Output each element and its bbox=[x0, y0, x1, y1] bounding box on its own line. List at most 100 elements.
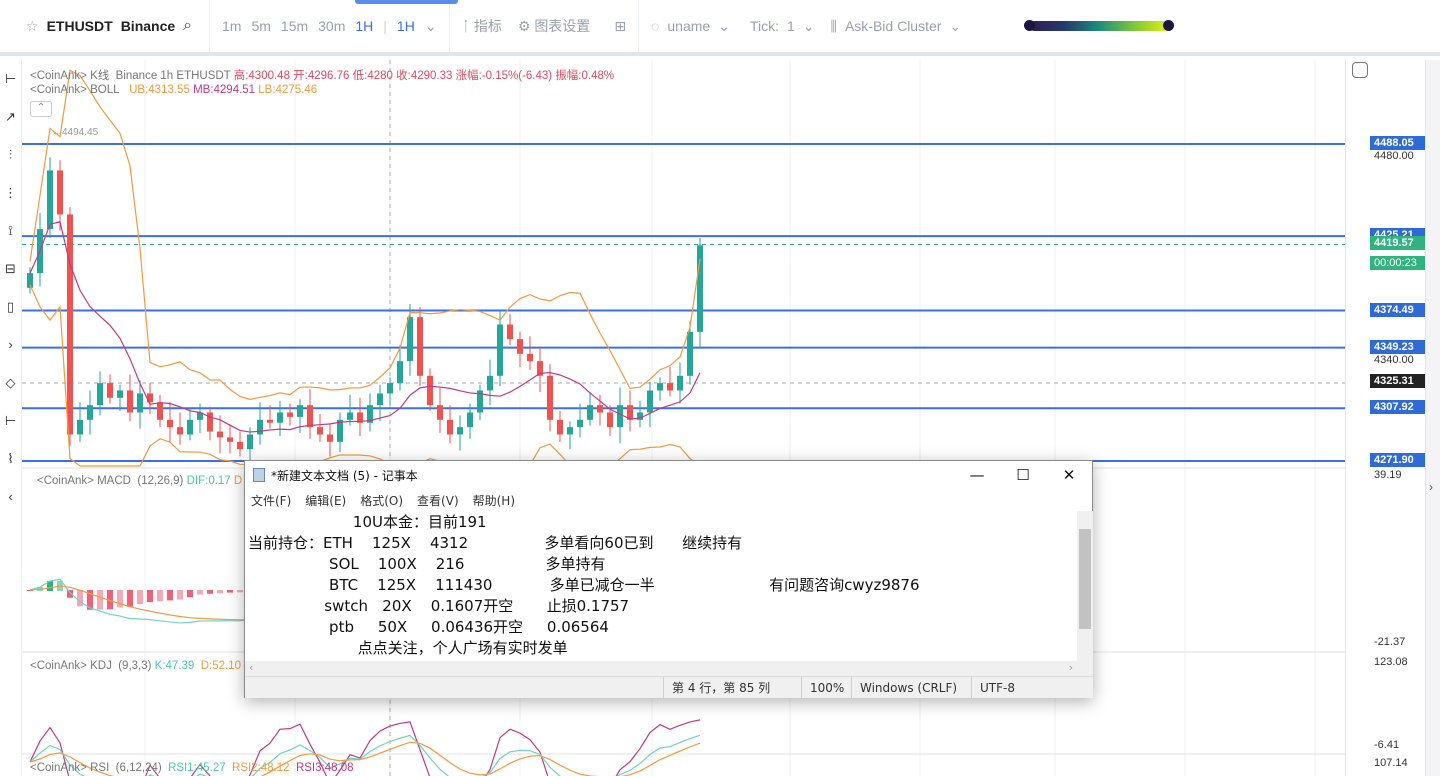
scroll-thumb[interactable] bbox=[1079, 529, 1091, 629]
text-line: SOL 100X 216 多单持有 bbox=[248, 555, 606, 573]
level-price-label[interactable]: 4374.49 bbox=[1370, 302, 1426, 317]
macd-histogram-bar bbox=[217, 590, 223, 594]
indicators-label: 指标 bbox=[473, 18, 502, 34]
tf-30m[interactable]: 30m bbox=[318, 18, 345, 34]
level-price-label[interactable]: 4488.05 bbox=[1370, 136, 1426, 150]
tf-1h[interactable]: 1H bbox=[355, 18, 373, 34]
candle-body bbox=[687, 331, 693, 376]
macd-histogram-bar bbox=[77, 590, 83, 607]
timeframe-section: 1m 5m 15m 30m 1H | 1H ⌄ bbox=[210, 0, 450, 52]
screenshot-icon[interactable] bbox=[1352, 62, 1368, 78]
candle-body bbox=[157, 402, 163, 420]
macd-histogram-bar bbox=[237, 590, 243, 593]
candle-body bbox=[577, 419, 583, 428]
tick-dropdown[interactable]: 1 bbox=[787, 18, 795, 34]
current-price-label: 4419.57 bbox=[1370, 236, 1426, 250]
level-price-label[interactable]: 4307.92 bbox=[1370, 400, 1426, 415]
text-line: 10U本金：目前191 bbox=[248, 513, 487, 531]
menu-help[interactable]: 帮助(H) bbox=[473, 492, 515, 509]
maximize-button[interactable]: ☐ bbox=[1000, 466, 1046, 484]
candle-body bbox=[517, 339, 523, 354]
chart-settings-label: 图表设置 bbox=[534, 18, 591, 34]
crosshair-price-label: 4325.31 bbox=[1370, 374, 1426, 388]
cloud-icon[interactable]: ◌ bbox=[651, 18, 659, 34]
candle-body bbox=[397, 361, 403, 384]
candle-body bbox=[527, 353, 533, 362]
line-ending: Windows (CRLF) bbox=[851, 677, 971, 698]
text-line: 点点关注，个人广场有实时发单 bbox=[248, 639, 568, 657]
macd-histogram-bar bbox=[127, 590, 133, 607]
candle-body bbox=[347, 412, 353, 420]
tf-1m[interactable]: 1m bbox=[222, 18, 241, 34]
macd-histogram-bar bbox=[97, 590, 103, 610]
candle-body bbox=[667, 383, 673, 391]
text-line: swtch 20X 0.1607开空 止损0.1757 bbox=[248, 597, 630, 615]
candle-body bbox=[77, 419, 83, 435]
heatmap-gradient-slider[interactable] bbox=[1024, 20, 1175, 31]
gear-icon: ⚙ bbox=[517, 18, 535, 34]
tf-dropdown[interactable]: 1H bbox=[397, 18, 415, 34]
layout-grid-icon[interactable]: ⊞ bbox=[614, 18, 626, 35]
tf-15m[interactable]: 15m bbox=[281, 18, 308, 34]
candle-body bbox=[507, 324, 513, 340]
menu-edit[interactable]: 编辑(E) bbox=[305, 492, 346, 509]
menu-file[interactable]: 文件(F) bbox=[251, 492, 291, 509]
notepad-text-area[interactable]: 10U本金：目前191 当前持仓：ETH 125X 4312 多单看向60已到 … bbox=[245, 512, 1077, 661]
user-dropdown[interactable]: uname bbox=[667, 18, 710, 34]
candle-body bbox=[417, 317, 423, 376]
close-button[interactable]: ✕ bbox=[1046, 466, 1092, 484]
candle-body bbox=[257, 419, 263, 435]
chart-settings-button[interactable]: ⚙ 图表设置 bbox=[518, 16, 590, 36]
indicators-button[interactable]: ᛙ 指标 bbox=[462, 16, 502, 36]
candle-body bbox=[277, 412, 283, 423]
horizontal-scrollbar[interactable]: ‹ › bbox=[245, 661, 1093, 677]
candle-body bbox=[567, 427, 573, 435]
candle-body bbox=[107, 383, 113, 398]
candle-body bbox=[557, 419, 563, 435]
candle-body bbox=[177, 427, 183, 435]
top-accent bbox=[355, 0, 458, 4]
candle-body bbox=[547, 375, 553, 420]
max-price-label: ←4494.45 bbox=[52, 127, 99, 138]
candle-body bbox=[127, 390, 133, 413]
candle-body bbox=[387, 383, 393, 394]
candle-body bbox=[657, 383, 663, 391]
notepad-window[interactable]: *新建文本文档 (5) - 记事本 — ☐ ✕ 文件(F) 编辑(E) 格式(O… bbox=[244, 460, 1093, 698]
collapse-legend-button[interactable]: ⌃ bbox=[30, 101, 52, 117]
symbol-label: ETHUSDT bbox=[46, 18, 113, 34]
macd-histogram-bar bbox=[167, 590, 173, 601]
candle-body bbox=[297, 405, 303, 417]
candle-body bbox=[427, 375, 433, 406]
candle-body bbox=[167, 419, 173, 428]
candle-body bbox=[87, 405, 93, 420]
vertical-scrollbar[interactable] bbox=[1077, 511, 1093, 661]
rsi-axis-top: 107.14 bbox=[1374, 757, 1408, 769]
tf-5m[interactable]: 5m bbox=[251, 18, 270, 34]
search-icon[interactable]: ⌕ bbox=[183, 17, 192, 35]
candle-body bbox=[647, 390, 653, 413]
star-icon[interactable]: ☆ bbox=[26, 18, 39, 35]
candle-body bbox=[327, 434, 333, 442]
candle-countdown: 00:00:23 bbox=[1370, 256, 1426, 270]
candle-body bbox=[97, 383, 103, 406]
minimize-button[interactable]: — bbox=[954, 466, 1000, 484]
expand-icon[interactable]: › bbox=[1429, 480, 1433, 494]
tools-section: ᛙ 指标 ⚙ 图表设置 ⊞ bbox=[450, 0, 640, 52]
tick-4340: 4340.00 bbox=[1374, 354, 1414, 366]
chevron-down-icon[interactable]: ⌄ bbox=[425, 18, 437, 35]
notepad-icon bbox=[253, 468, 265, 482]
candle-body bbox=[137, 393, 143, 413]
notepad-titlebar[interactable]: *新建文本文档 (5) - 记事本 — ☐ ✕ bbox=[245, 461, 1092, 489]
symbol-section[interactable]: ☆ ETHUSDT Binance ⌕ bbox=[0, 0, 210, 52]
candle-body bbox=[217, 431, 223, 438]
right-panel-strip[interactable]: › bbox=[1425, 60, 1440, 776]
level-price-label[interactable]: 4349.23 bbox=[1370, 339, 1426, 354]
level-price-label[interactable]: 4271.90 bbox=[1370, 453, 1426, 468]
menu-view[interactable]: 查看(V) bbox=[417, 492, 459, 509]
candle-body bbox=[487, 375, 493, 391]
candle-body bbox=[617, 405, 623, 428]
menu-format[interactable]: 格式(O) bbox=[360, 492, 403, 509]
price-axis[interactable] bbox=[1345, 60, 1425, 776]
candle-body bbox=[497, 324, 503, 376]
cluster-dropdown[interactable]: Ask-Bid Cluster bbox=[845, 18, 941, 34]
